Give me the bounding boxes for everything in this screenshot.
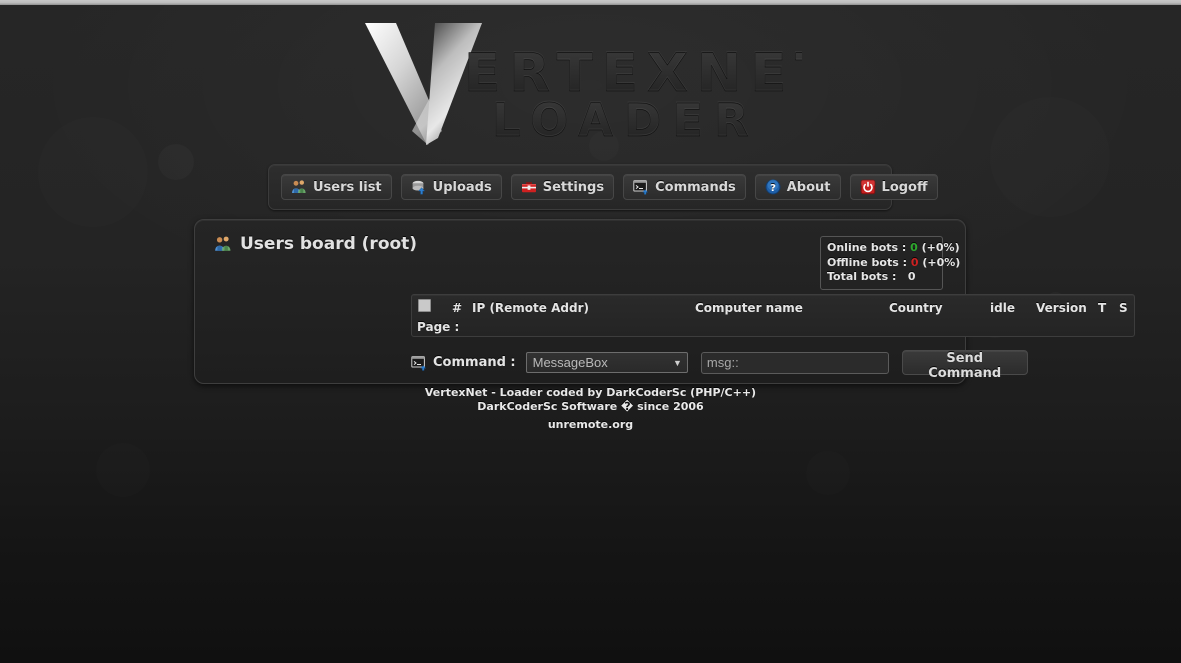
pagination-label: Page : xyxy=(417,320,460,334)
nav-item-label: Settings xyxy=(542,179,605,195)
stat-online-label: Online bots : xyxy=(827,241,907,254)
footer-line-website: unremote.org xyxy=(547,418,634,431)
nav-item-uploads[interactable]: Uploads xyxy=(400,174,502,200)
command-label-group: Command : xyxy=(411,355,516,371)
users-icon xyxy=(291,179,307,195)
stat-online-bots: Online bots : 0 (+0%) xyxy=(827,241,960,256)
nav-item-label: Uploads xyxy=(432,179,492,195)
command-type-selected-value: MessageBox xyxy=(532,355,608,370)
console-icon xyxy=(411,355,427,371)
svg-text:?: ? xyxy=(770,183,776,194)
main-navigation: Users list Uploads Settings Commands ? A… xyxy=(268,164,938,210)
stat-total-label: Total bots : xyxy=(827,270,897,284)
decorative-circle xyxy=(806,451,850,495)
command-type-select[interactable]: MessageBox ▼ xyxy=(525,352,688,373)
nav-item-label: Logoff xyxy=(881,179,928,195)
footer-line-credits: VertexNet - Loader coded by DarkCoderSc … xyxy=(424,386,757,399)
column-header-ip: IP (Remote Addr) xyxy=(472,301,589,315)
nav-item-label: Commands xyxy=(655,179,736,195)
column-header-country: Country xyxy=(889,301,943,315)
footer-line-copyright: DarkCoderSc Software � since 2006 xyxy=(477,399,704,413)
column-header-idle: idle xyxy=(990,301,1015,315)
table-pagination: Page : xyxy=(417,320,459,334)
toolbox-icon xyxy=(521,179,537,195)
page-footer: VertexNet - Loader coded by DarkCoderSc … xyxy=(0,386,1181,432)
select-all-checkbox[interactable] xyxy=(418,299,431,312)
stat-total-value: 0 xyxy=(907,270,916,284)
nav-item-about[interactable]: ? About xyxy=(754,174,841,200)
nav-item-label: Users list xyxy=(313,179,382,195)
command-bar: Command : MessageBox ▼ Send Command xyxy=(411,350,1028,381)
users-board-panel: Users board (root) Online bots : 0 (+0%)… xyxy=(194,219,1135,384)
stat-offline-bots: Offline bots : 0 (+0%) xyxy=(827,255,960,271)
power-icon xyxy=(860,179,876,195)
page-background: ERTEXNET ERTEXNET LOADER LOADER Use xyxy=(0,5,1181,663)
send-command-button[interactable]: Send Command xyxy=(901,350,1028,381)
nav-item-label: About xyxy=(786,179,831,195)
stat-offline-value: 0 xyxy=(910,255,919,269)
question-circle-icon: ? xyxy=(765,179,781,195)
console-icon xyxy=(633,179,649,195)
stat-total-bots: Total bots : 0 xyxy=(827,270,936,285)
column-header-t: T xyxy=(1098,301,1107,315)
column-header-computer-name: Computer name xyxy=(695,301,803,315)
site-logo: ERTEXNET ERTEXNET LOADER LOADER xyxy=(0,5,1181,153)
page-title-text: Users board (root) xyxy=(240,234,418,254)
users-icon xyxy=(214,235,232,253)
table-header-row: # IP (Remote Addr) Computer name Country… xyxy=(412,295,1134,320)
decorative-circle xyxy=(96,443,150,497)
stat-online-percent: (+0%) xyxy=(921,241,960,254)
nav-item-logoff[interactable]: Logoff xyxy=(849,174,938,200)
stat-offline-percent: (+0%) xyxy=(922,255,961,269)
users-table: # IP (Remote Addr) Computer name Country… xyxy=(411,294,1135,337)
page-title: Users board (root) xyxy=(214,234,417,254)
nav-item-commands[interactable]: Commands xyxy=(623,174,746,200)
command-argument-input[interactable] xyxy=(700,351,889,374)
nav-item-users-list[interactable]: Users list xyxy=(281,174,392,200)
nav-item-settings[interactable]: Settings xyxy=(510,174,615,200)
stat-online-value: 0 xyxy=(910,241,918,254)
command-label-text: Command : xyxy=(433,355,516,370)
upload-disk-icon xyxy=(411,179,427,195)
column-header-index: # xyxy=(452,301,463,315)
chevron-down-icon: ▼ xyxy=(673,357,682,368)
stat-offline-label: Offline bots : xyxy=(827,255,907,269)
svg-text:LOADER: LOADER xyxy=(492,93,760,146)
column-header-s: S xyxy=(1119,301,1128,315)
bot-stats-box: Online bots : 0 (+0%) Offline bots : 0 (… xyxy=(820,236,960,290)
column-header-version: Version xyxy=(1036,301,1087,315)
